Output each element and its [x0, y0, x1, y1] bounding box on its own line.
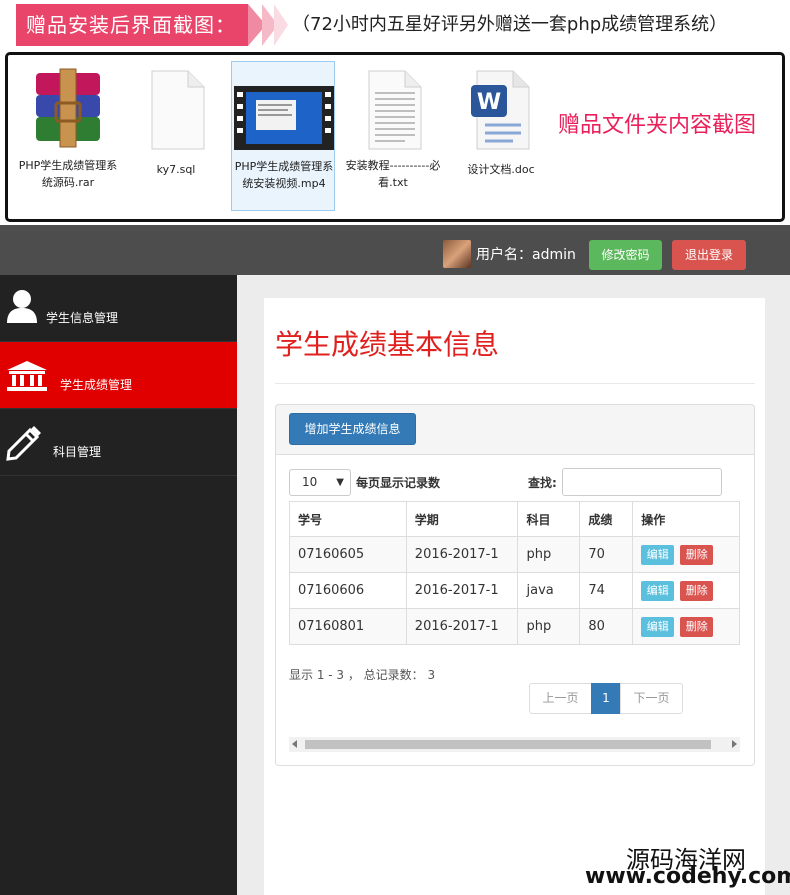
username-label: 用户名：admin: [476, 247, 576, 263]
sidebar-item-subject[interactable]: 科目管理: [0, 409, 237, 476]
prev-page-button[interactable]: 上一页: [529, 683, 592, 714]
file-label: PHP学生成绩管理系统安装视频.mp4: [234, 160, 334, 190]
avatar: [443, 240, 471, 268]
cell-score: 74: [579, 572, 634, 609]
sidebar-item-label: 学生成绩管理: [60, 378, 133, 392]
cell-actions: 编辑 删除: [632, 536, 740, 573]
sidebar-item-label: 科目管理: [53, 445, 102, 459]
per-page-label: 每页显示记录数: [356, 476, 441, 490]
table-row: 07160801 2016-2017-1 php 80 编辑 删除: [289, 608, 740, 645]
edit-button[interactable]: 编辑: [641, 544, 675, 565]
cell-term: 2016-2017-1: [405, 536, 519, 573]
cell-id: 07160606: [289, 572, 407, 609]
edit-button[interactable]: 编辑: [641, 580, 675, 601]
winrar-archive-icon: [30, 67, 106, 153]
cell-id: 07160605: [289, 536, 407, 573]
banner-note: （72小时内五星好评另外赠送一套php成绩管理系统）: [292, 14, 728, 35]
table-header-row: 学号 学期 科目 成绩 操作: [289, 501, 740, 537]
page-title: 学生成绩基本信息: [275, 328, 500, 361]
cell-subject: java: [517, 572, 581, 609]
cell-term: 2016-2017-1: [405, 608, 519, 645]
blank-document-icon: [138, 67, 214, 153]
column-header[interactable]: 成绩: [579, 501, 634, 537]
cell-score: 70: [579, 536, 634, 573]
file-label: 设计文档.doc: [467, 163, 535, 176]
file-label: 安装教程----------必看.txt: [345, 159, 441, 189]
table-row: 07160605 2016-2017-1 php 70 编辑 删除: [289, 536, 740, 573]
pagination: 上一页 1 下一页: [529, 683, 683, 714]
cell-actions: 编辑 删除: [632, 572, 740, 609]
file-explorer-box: PHP学生成绩管理系统源码.rar ky7.sql PHP学生成绩管理系统安装视…: [5, 52, 785, 222]
sidebar-item-label: 学生信息管理: [46, 311, 119, 325]
cell-term: 2016-2017-1: [405, 572, 519, 609]
sidebar-item-score[interactable]: 学生成绩管理: [0, 342, 237, 409]
svg-text:W: W: [477, 90, 501, 115]
user-icon: [6, 289, 38, 329]
text-file-icon: [355, 67, 431, 153]
file-label: ky7.sql: [156, 163, 196, 176]
sidebar: 学生信息管理 学生成绩管理 科目管理: [0, 275, 237, 895]
file-item[interactable]: ky7.sql: [124, 61, 228, 211]
video-file-icon: [234, 86, 334, 150]
scroll-right-icon[interactable]: [732, 740, 737, 748]
page-size-select[interactable]: 10 ▼: [289, 469, 351, 496]
sidebar-item-student-info[interactable]: 学生信息管理: [0, 275, 237, 342]
column-header[interactable]: 学期: [405, 501, 519, 537]
file-item[interactable]: PHP学生成绩管理系统源码.rar: [16, 61, 120, 211]
cell-id: 07160801: [289, 608, 407, 645]
institution-icon: [6, 360, 48, 396]
chevron-decoration: [274, 4, 288, 46]
change-password-button[interactable]: 修改密码: [589, 240, 662, 270]
search-label: 查找:: [528, 476, 557, 490]
scrollbar-thumb[interactable]: [305, 740, 711, 749]
divider: [275, 383, 755, 384]
table-row: 07160606 2016-2017-1 java 74 编辑 删除: [289, 572, 740, 609]
word-document-icon: W: [463, 67, 539, 153]
file-item[interactable]: 安装教程----------必看.txt: [341, 61, 445, 211]
pencil-icon: [6, 425, 42, 465]
delete-button[interactable]: 删除: [680, 616, 714, 637]
horizontal-scrollbar[interactable]: [289, 737, 740, 752]
logout-button[interactable]: 退出登录: [672, 240, 746, 270]
cell-actions: 编辑 删除: [632, 608, 740, 645]
column-header[interactable]: 科目: [517, 501, 581, 537]
cell-subject: php: [517, 608, 581, 645]
add-score-button[interactable]: 增加学生成绩信息: [289, 413, 416, 445]
folder-caption: 赠品文件夹内容截图: [558, 113, 757, 138]
delete-button[interactable]: 删除: [680, 544, 714, 565]
cell-score: 80: [579, 608, 634, 645]
column-header: 操作: [632, 501, 740, 537]
gift-banner: 赠品安装后界面截图： （72小时内五星好评另外赠送一套php成绩管理系统）: [0, 0, 790, 50]
search-input[interactable]: [562, 468, 722, 496]
chevron-down-icon: ▼: [336, 477, 344, 488]
banner-tag: 赠品安装后界面截图：: [16, 4, 248, 46]
score-table: 学号 学期 科目 成绩 操作 07160605 2016-2017-1 php …: [289, 501, 740, 645]
scroll-left-icon[interactable]: [292, 740, 297, 748]
file-label: PHP学生成绩管理系统源码.rar: [18, 159, 118, 189]
delete-button[interactable]: 删除: [680, 580, 714, 601]
current-page-button[interactable]: 1: [591, 683, 621, 714]
file-item[interactable]: W 设计文档.doc: [449, 61, 553, 211]
page-size-value: 10: [302, 475, 318, 489]
edit-button[interactable]: 编辑: [641, 616, 675, 637]
watermark-url: www.codehy.com: [585, 864, 790, 889]
next-page-button[interactable]: 下一页: [620, 683, 683, 714]
column-header[interactable]: 学号: [289, 501, 407, 537]
file-item-selected[interactable]: PHP学生成绩管理系统安装视频.mp4: [231, 61, 335, 211]
cell-subject: php: [517, 536, 581, 573]
record-summary: 显示 1 - 3 ， 总记录数： 3: [289, 668, 436, 682]
